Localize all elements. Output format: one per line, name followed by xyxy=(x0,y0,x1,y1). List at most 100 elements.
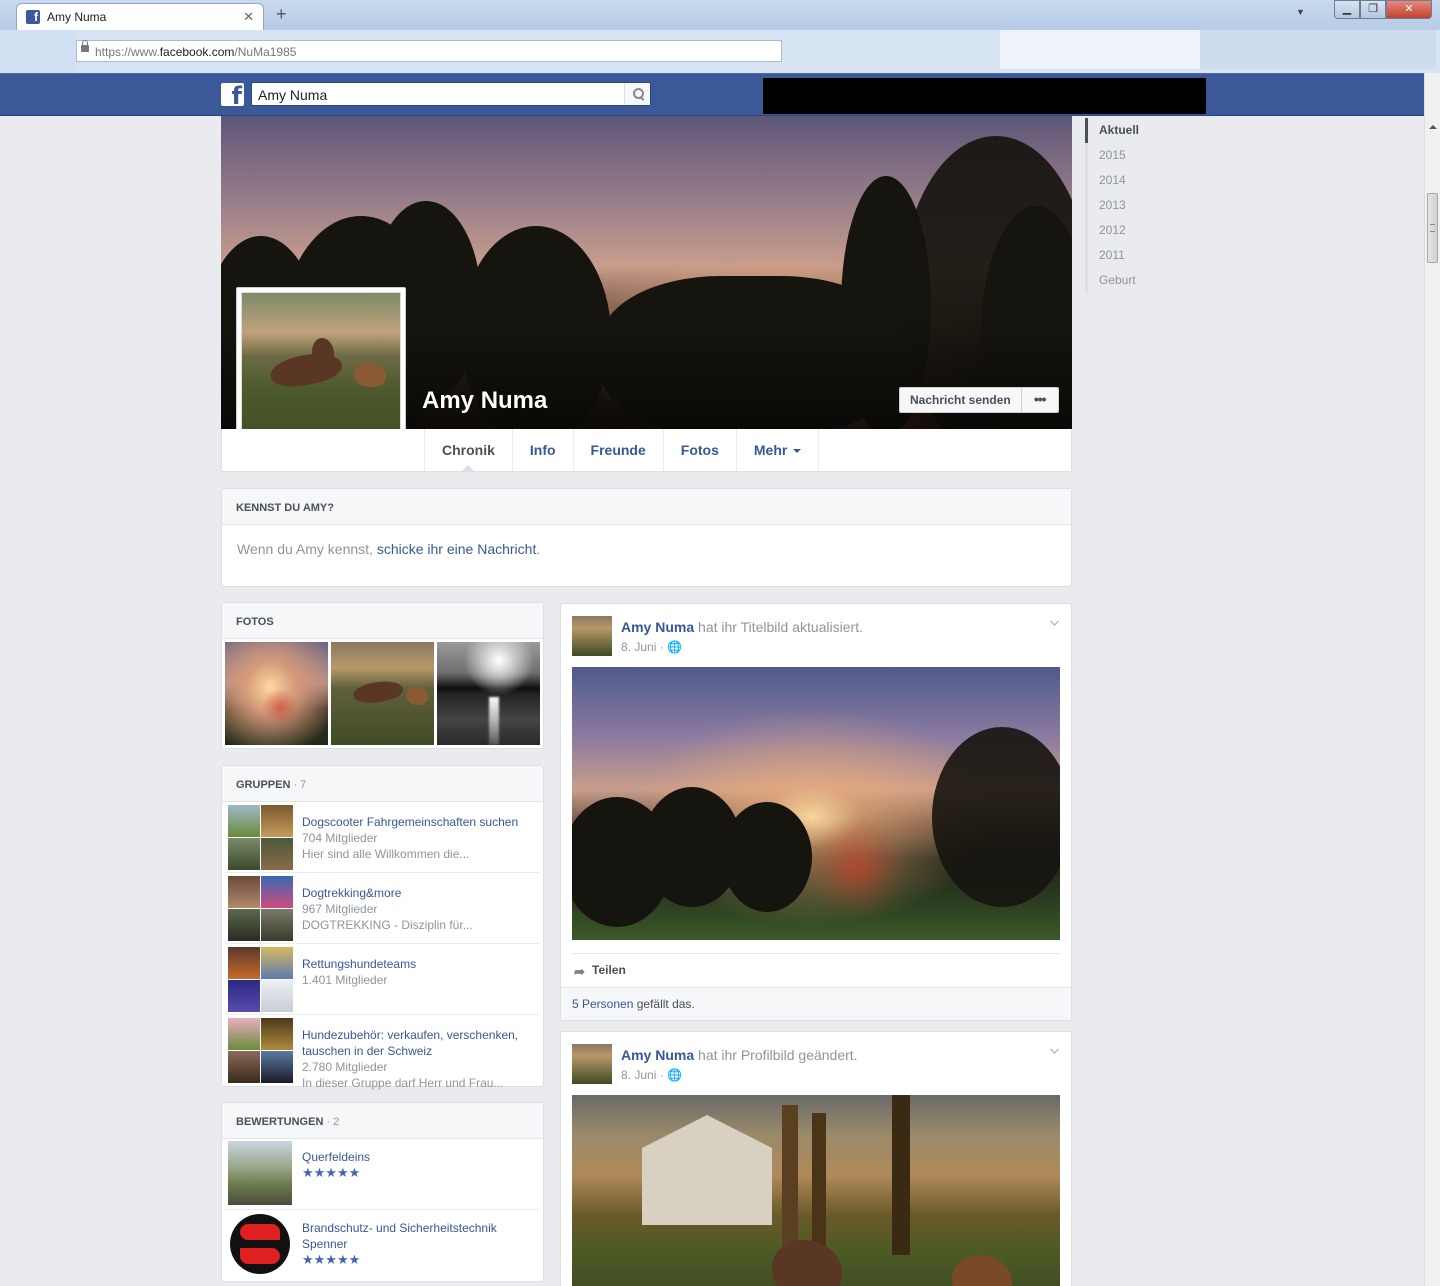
group-members: 1.401 Mitglieder xyxy=(302,973,388,987)
send-message-button[interactable]: Nachricht senden xyxy=(900,388,1022,412)
photo-thumbnail[interactable] xyxy=(225,642,328,745)
group-thumbnail xyxy=(228,947,293,1012)
group-item[interactable]: Dogscooter Fahrgemeinschaften suchen 704… xyxy=(225,802,540,873)
toolbar-extension-area-2 xyxy=(1200,30,1436,69)
minimize-button[interactable]: ▁ xyxy=(1334,0,1360,19)
timestamp-link[interactable]: 8. Juni xyxy=(621,640,656,654)
browser-tabbar: f Amy Numa ✕ + ▼ ▁ ❐ ✕ xyxy=(0,0,1440,30)
know-title: KENNST DU AMY? xyxy=(222,489,1071,525)
profile-name: Amy Numa xyxy=(422,387,548,414)
post-image[interactable] xyxy=(572,667,1060,940)
url-text: https://www.facebook.com/NuMa1985 xyxy=(95,45,297,59)
group-name[interactable]: Dogtrekking&more xyxy=(302,885,473,901)
author-link[interactable]: Amy Numa xyxy=(621,619,694,635)
globe-icon: · 🌐 xyxy=(656,1068,682,1082)
scrollbar-thumb[interactable] xyxy=(1427,193,1438,263)
post-date: 8. Juni · 🌐 xyxy=(621,1068,682,1082)
browser-tab[interactable]: f Amy Numa ✕ xyxy=(16,3,264,30)
tab-mehr[interactable]: Mehr xyxy=(737,429,820,471)
address-bar[interactable]: https://www.facebook.com/NuMa1985 xyxy=(76,40,782,62)
group-description: In dieser Gruppe darf Herr und Frau... xyxy=(302,1076,504,1090)
caret-down-icon xyxy=(793,449,802,457)
post-image[interactable] xyxy=(572,1095,1060,1286)
group-members: 967 Mitglieder xyxy=(302,902,378,916)
globe-icon: · 🌐 xyxy=(656,640,682,654)
feed-post: Amy Numa hat ihr Titelbild aktualisiert.… xyxy=(560,603,1072,1021)
groups-title: GRUPPEN · 7 xyxy=(222,766,543,802)
group-name[interactable]: Dogscooter Fahrgemeinschaften suchen xyxy=(302,814,518,830)
photos-title: FOTOS xyxy=(222,603,543,639)
feed-post: Amy Numa hat ihr Profilbild geändert. 8.… xyxy=(560,1031,1072,1286)
search-value: Amy Numa xyxy=(258,87,328,103)
group-thumbnail xyxy=(228,805,293,870)
group-members: 704 Mitglieder xyxy=(302,831,378,845)
chevron-down-icon[interactable] xyxy=(1050,1045,1059,1054)
timestamp-link[interactable]: 8. Juni xyxy=(621,1068,656,1082)
more-options-icon[interactable]: ••• xyxy=(1022,388,1058,412)
group-description: Hier sind alle Willkommen die... xyxy=(302,847,470,861)
post-date: 8. Juni · 🌐 xyxy=(621,640,682,654)
redacted-area xyxy=(763,78,1206,114)
review-name[interactable]: Querfeldeins xyxy=(302,1149,370,1165)
group-members: 2.780 Mitglieder xyxy=(302,1060,388,1074)
group-description: DOGTREKKING - Disziplin für... xyxy=(302,918,473,932)
group-item[interactable]: Rettungshundeteams 1.401 Mitglieder xyxy=(225,944,540,1015)
group-item[interactable]: Hundezubehör: verkaufen, verschenken, ta… xyxy=(225,1015,540,1090)
nav-buttons-area xyxy=(0,30,76,73)
review-item[interactable]: Querfeldeins ★★★★★ xyxy=(225,1139,540,1210)
photo-thumbnail[interactable] xyxy=(331,642,434,745)
avatar[interactable] xyxy=(572,616,612,656)
know-card: KENNST DU AMY? Wenn du Amy kennst, schic… xyxy=(221,488,1072,587)
review-name[interactable]: Brandschutz- und Sicherheitstechnik Spen… xyxy=(302,1220,517,1252)
review-logo xyxy=(228,1212,292,1276)
rating-stars-icon: ★★★★★ xyxy=(302,1165,361,1180)
avatar[interactable] xyxy=(572,1044,612,1084)
browser-address-row: https://www.facebook.com/NuMa1985 xyxy=(0,30,1440,73)
tab-chronik[interactable]: Chronik xyxy=(425,429,513,472)
group-name[interactable]: Hundezubehör: verkaufen, verschenken, ta… xyxy=(302,1027,537,1059)
scroll-up-arrow-icon[interactable] xyxy=(1425,73,1440,129)
send-message-link[interactable]: schicke ihr eine Nachricht xyxy=(377,541,537,557)
facebook-logo-icon[interactable]: f xyxy=(221,83,244,106)
timeline-item-birth[interactable]: Geburt xyxy=(1085,268,1139,293)
lock-icon xyxy=(81,40,89,52)
timeline-item-2012[interactable]: 2012 xyxy=(1085,218,1139,243)
reviews-title: BEWERTUNGEN · 2 xyxy=(222,1103,543,1139)
timeline-item-current[interactable]: Aktuell xyxy=(1085,118,1139,143)
likes-summary: 5 Personen gefällt das. xyxy=(561,987,1071,1020)
close-window-button[interactable]: ✕ xyxy=(1386,0,1432,19)
vertical-scrollbar[interactable] xyxy=(1424,73,1440,1286)
post-header: Amy Numa hat ihr Titelbild aktualisiert. xyxy=(621,619,863,635)
tab-close-icon[interactable]: ✕ xyxy=(243,9,254,25)
cover-actions: Nachricht senden ••• xyxy=(899,387,1059,413)
author-link[interactable]: Amy Numa xyxy=(621,1047,694,1063)
group-item[interactable]: Dogtrekking&more 967 Mitglieder DOGTREKK… xyxy=(225,873,540,944)
photos-card: FOTOS xyxy=(221,602,544,749)
maximize-button[interactable]: ❐ xyxy=(1360,0,1386,19)
tab-freunde[interactable]: Freunde xyxy=(574,429,664,471)
photo-thumbnail[interactable] xyxy=(437,642,540,745)
reviews-card: BEWERTUNGEN · 2 Querfeldeins ★★★★★ Brand… xyxy=(221,1102,544,1282)
timeline-item-2013[interactable]: 2013 xyxy=(1085,193,1139,218)
review-thumbnail xyxy=(228,1141,292,1205)
search-input[interactable]: Amy Numa xyxy=(251,82,651,106)
search-icon[interactable] xyxy=(624,83,650,105)
tab-fotos[interactable]: Fotos xyxy=(664,429,737,471)
profile-nav: Chronik Info Freunde Fotos Mehr xyxy=(221,429,1072,472)
new-tab-button[interactable]: + xyxy=(276,4,287,25)
timeline-item-2011[interactable]: 2011 xyxy=(1085,243,1139,268)
share-button[interactable]: Teilen xyxy=(592,963,626,977)
likes-link[interactable]: 5 Personen xyxy=(572,997,633,1011)
timeline-item-2014[interactable]: 2014 xyxy=(1085,168,1139,193)
tab-list-chevron-icon[interactable]: ▼ xyxy=(1296,7,1305,17)
chevron-down-icon[interactable] xyxy=(1050,617,1059,626)
group-thumbnail xyxy=(228,876,293,941)
review-item[interactable]: Brandschutz- und Sicherheitstechnik Spen… xyxy=(225,1210,540,1281)
share-icon: ➦ xyxy=(574,964,585,979)
rating-stars-icon: ★★★★★ xyxy=(302,1252,361,1267)
post-actions: ➦ Teilen xyxy=(572,953,1060,985)
tab-title: Amy Numa xyxy=(47,10,107,24)
timeline-item-2015[interactable]: 2015 xyxy=(1085,143,1139,168)
tab-info[interactable]: Info xyxy=(513,429,574,471)
group-name[interactable]: Rettungshundeteams xyxy=(302,956,416,972)
